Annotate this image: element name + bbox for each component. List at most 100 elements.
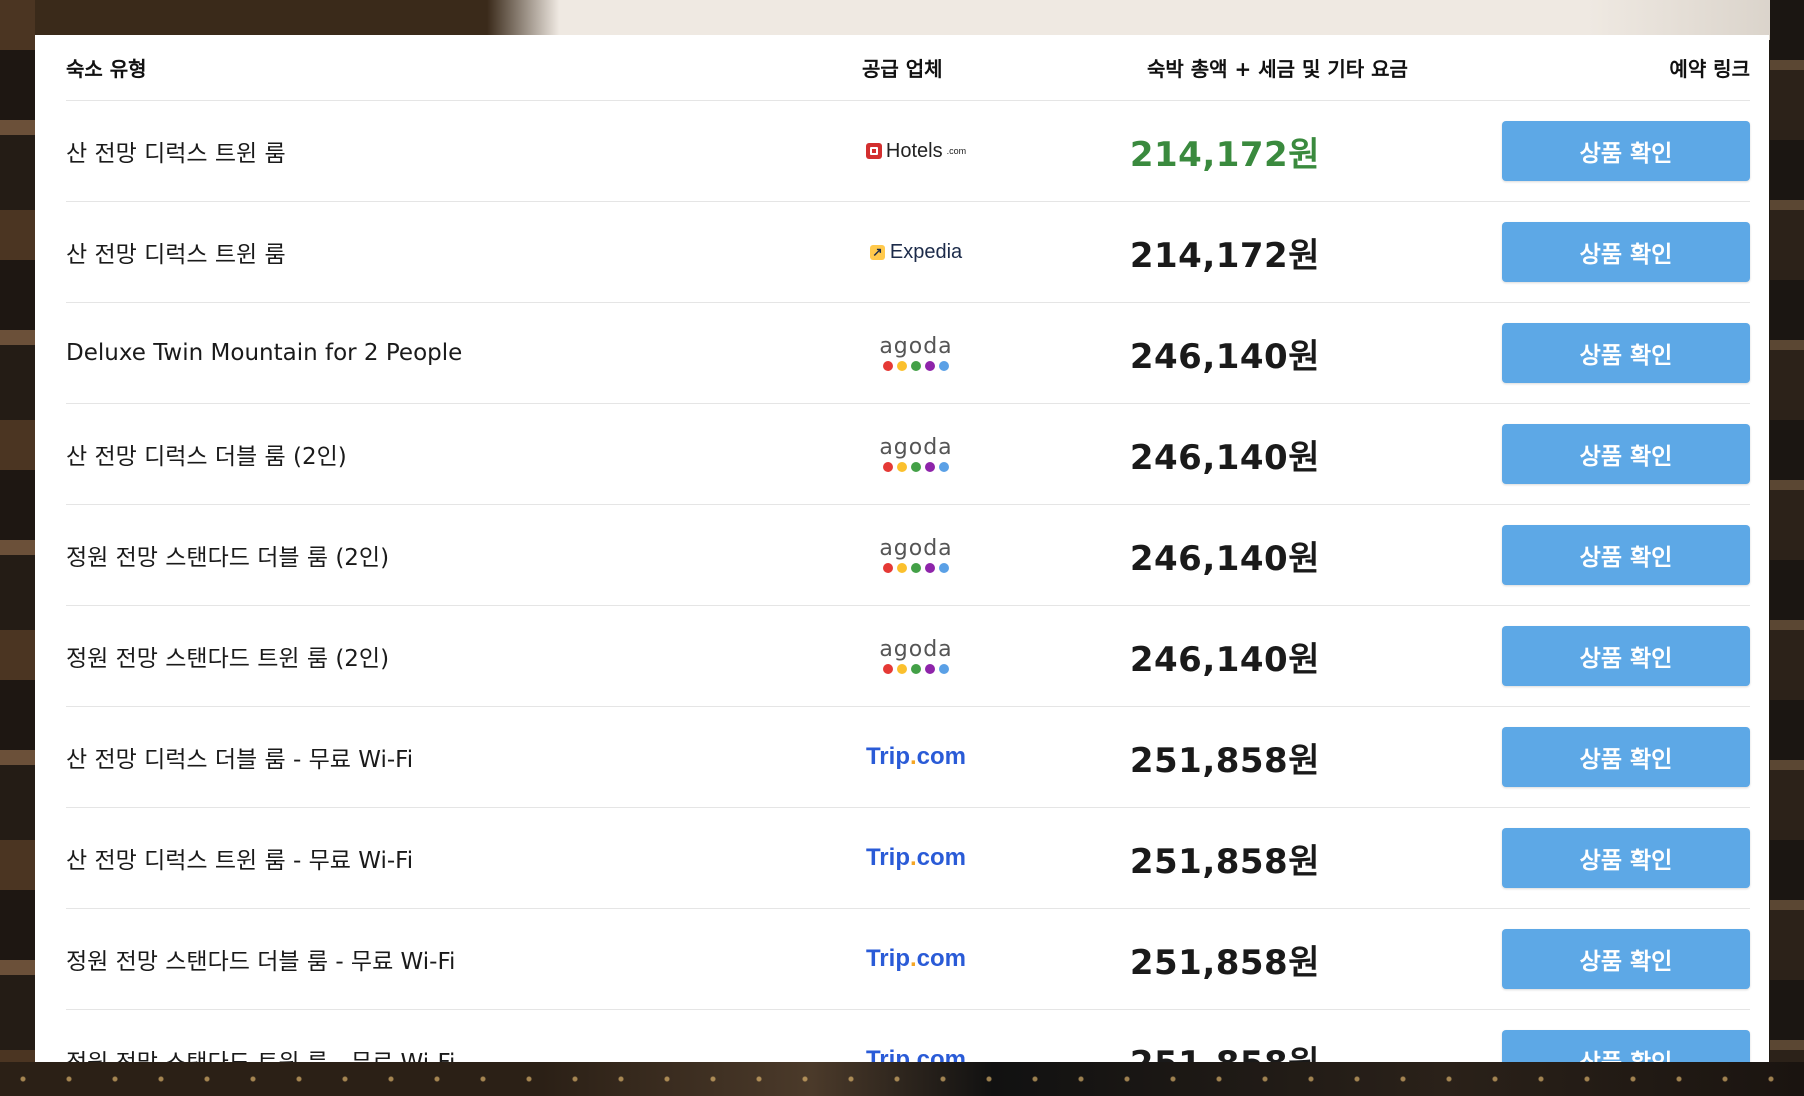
vendor-name: Expedia xyxy=(889,240,963,263)
room-type: 정원 전망 스탠다드 더블 룸 (2인) xyxy=(66,545,390,571)
table-header: 숙소 유형 공급 업체 숙박 총액 + 세금 및 기타 요금 예약 링크 xyxy=(66,35,1750,101)
view-deal-button[interactable]: 상품 확인 xyxy=(1502,121,1750,181)
agoda-dot-icon xyxy=(924,663,935,674)
room-type: 정원 전망 스탠다드 트윈 룸 - 무료 Wi-Fi xyxy=(66,1043,455,1062)
hotels-logo-icon xyxy=(865,143,882,159)
table-row: 산 전망 디럭스 더블 룸 (2인) agoda 246,140원 상품 확인 xyxy=(66,404,1750,505)
agoda-dot-icon xyxy=(896,360,907,371)
vendor-suffix: com xyxy=(916,743,967,770)
table-row: 산 전망 디럭스 트윈 룸 - 무료 Wi-Fi Trip.com 251,858원… xyxy=(66,808,1750,909)
view-deal-button[interactable]: 상품 확인 xyxy=(1502,323,1750,383)
vendor-name: Trip xyxy=(865,743,910,770)
price-comparison-panel[interactable]: 숙소 유형 공급 업체 숙박 총액 + 세금 및 기타 요금 예약 링크 산 전… xyxy=(35,35,1769,1062)
background-photo-left xyxy=(0,0,35,1096)
room-type: Deluxe Twin Mountain for 2 People xyxy=(66,340,463,366)
agoda-dot-icon xyxy=(882,663,893,674)
table-row: 산 전망 디럭스 트윈 룸 ↗ Expedia 214,172원 상품 확인 xyxy=(66,202,1750,303)
agoda-dot-icon xyxy=(938,663,949,674)
vendor-logo-trip: Trip.com xyxy=(856,833,976,883)
vendor-name: Hotels xyxy=(885,139,943,162)
vendor-logo-agoda: agoda xyxy=(856,530,976,580)
view-deal-button[interactable]: 상품 확인 xyxy=(1502,828,1750,888)
agoda-dot-icon xyxy=(924,360,935,371)
vendor-name: Trip xyxy=(865,1046,910,1062)
room-type: 산 전망 디럭스 더블 룸 (2인) xyxy=(66,444,347,470)
agoda-dots-icon xyxy=(882,360,949,371)
vendor-logo-expedia: ↗ Expedia xyxy=(856,227,976,277)
vendor-dot: . xyxy=(909,945,917,972)
total-price: 251,858원 xyxy=(1129,740,1320,781)
agoda-dot-icon xyxy=(882,360,893,371)
header-booking-link: 예약 링크 xyxy=(1669,57,1750,81)
room-type: 정원 전망 스탠다드 더블 룸 - 무료 Wi-Fi xyxy=(66,949,456,975)
vendor-logo-trip: Trip.com xyxy=(856,934,976,984)
vendor-suffix: com xyxy=(916,1046,967,1062)
background-photo-top xyxy=(0,0,1804,40)
agoda-dot-icon xyxy=(938,360,949,371)
table-row: Deluxe Twin Mountain for 2 People agoda 24… xyxy=(66,303,1750,404)
total-price: 214,172원 xyxy=(1129,235,1320,276)
total-price: 251,858원 xyxy=(1129,841,1320,882)
total-price: 246,140원 xyxy=(1129,437,1320,478)
vendor-name: agoda xyxy=(879,636,953,662)
agoda-dot-icon xyxy=(896,562,907,573)
agoda-dot-icon xyxy=(910,562,921,573)
vendor-dot: . xyxy=(909,844,917,871)
vendor-dot: . xyxy=(909,1046,917,1062)
agoda-dots-icon xyxy=(882,461,949,472)
header-vendor: 공급 업체 xyxy=(862,57,943,81)
vendor-suffix: com xyxy=(916,945,967,972)
agoda-dot-icon xyxy=(924,562,935,573)
room-type: 산 전망 디럭스 더블 룸 - 무료 Wi-Fi xyxy=(66,747,414,773)
vendor-name: agoda xyxy=(879,535,953,561)
total-price: 251,858원 xyxy=(1130,1036,1320,1063)
room-type: 산 전망 디럭스 트윈 룸 xyxy=(66,242,286,268)
vendor-name: agoda xyxy=(879,333,953,359)
vendor-logo-trip: Trip.com xyxy=(856,1035,976,1062)
vendor-logo-agoda: agoda xyxy=(856,631,976,681)
expedia-arrow-icon: ↗ xyxy=(869,244,885,260)
agoda-dot-icon xyxy=(910,360,921,371)
room-type: 산 전망 디럭스 트윈 룸 xyxy=(66,141,286,167)
vendor-name: Trip xyxy=(865,844,910,871)
vendor-logo-agoda: agoda xyxy=(856,429,976,479)
view-deal-button[interactable]: 상품 확인 xyxy=(1502,929,1750,989)
vendor-logo-trip: Trip.com xyxy=(856,732,976,782)
agoda-dot-icon xyxy=(910,461,921,472)
agoda-dot-icon xyxy=(924,461,935,472)
vendor-suffix: com xyxy=(916,844,967,871)
view-deal-button[interactable]: 상품 확인 xyxy=(1502,424,1750,484)
room-type: 산 전망 디럭스 트윈 룸 - 무료 Wi-Fi xyxy=(66,848,414,874)
table-row: 산 전망 디럭스 트윈 룸 Hotels .com 214,172원 상품 확인 xyxy=(66,101,1750,202)
agoda-dot-icon xyxy=(896,461,907,472)
header-room-type: 숙소 유형 xyxy=(66,57,147,81)
table-row: 정원 전망 스탠다드 더블 룸 (2인) agoda 246,140원 상품 확인 xyxy=(66,505,1750,606)
view-deal-button[interactable]: 상품 확인 xyxy=(1502,727,1750,787)
header-price: 숙박 총액 + 세금 및 기타 요금 xyxy=(1147,57,1408,81)
agoda-dots-icon xyxy=(882,562,949,573)
table-body: 산 전망 디럭스 트윈 룸 Hotels .com 214,172원 상품 확인 산 전망… xyxy=(66,101,1750,1062)
vendor-name: agoda xyxy=(879,434,953,460)
vendor-dot: . xyxy=(909,743,917,770)
total-price: 251,858원 xyxy=(1129,942,1320,983)
background-photo-right xyxy=(1770,0,1804,1096)
view-deal-button[interactable]: 상품 확인 xyxy=(1502,1030,1750,1062)
table-row: 정원 전망 스탠다드 트윈 룸 (2인) agoda 246,140원 상품 확인 xyxy=(66,606,1750,707)
table-row: 정원 전망 스탠다드 더블 룸 - 무료 Wi-Fi Trip.com 251,85… xyxy=(66,909,1750,1010)
agoda-dot-icon xyxy=(882,562,893,573)
view-deal-button[interactable]: 상품 확인 xyxy=(1502,525,1750,585)
table-row: 정원 전망 스탠다드 트윈 룸 - 무료 Wi-Fi Trip.com 251,85… xyxy=(66,1010,1750,1062)
view-deal-button[interactable]: 상품 확인 xyxy=(1502,222,1750,282)
agoda-dots-icon xyxy=(882,663,949,674)
vendor-suffix: .com xyxy=(946,146,967,156)
total-price: 214,172원 xyxy=(1129,134,1320,175)
agoda-dot-icon xyxy=(910,663,921,674)
total-price: 246,140원 xyxy=(1129,538,1320,579)
table-row: 산 전망 디럭스 더블 룸 - 무료 Wi-Fi Trip.com 251,858원… xyxy=(66,707,1750,808)
agoda-dot-icon xyxy=(896,663,907,674)
price-table: 숙소 유형 공급 업체 숙박 총액 + 세금 및 기타 요금 예약 링크 산 전… xyxy=(66,35,1750,1062)
agoda-dot-icon xyxy=(938,461,949,472)
agoda-dot-icon xyxy=(938,562,949,573)
room-type: 정원 전망 스탠다드 트윈 룸 (2인) xyxy=(66,646,390,672)
view-deal-button[interactable]: 상품 확인 xyxy=(1502,626,1750,686)
